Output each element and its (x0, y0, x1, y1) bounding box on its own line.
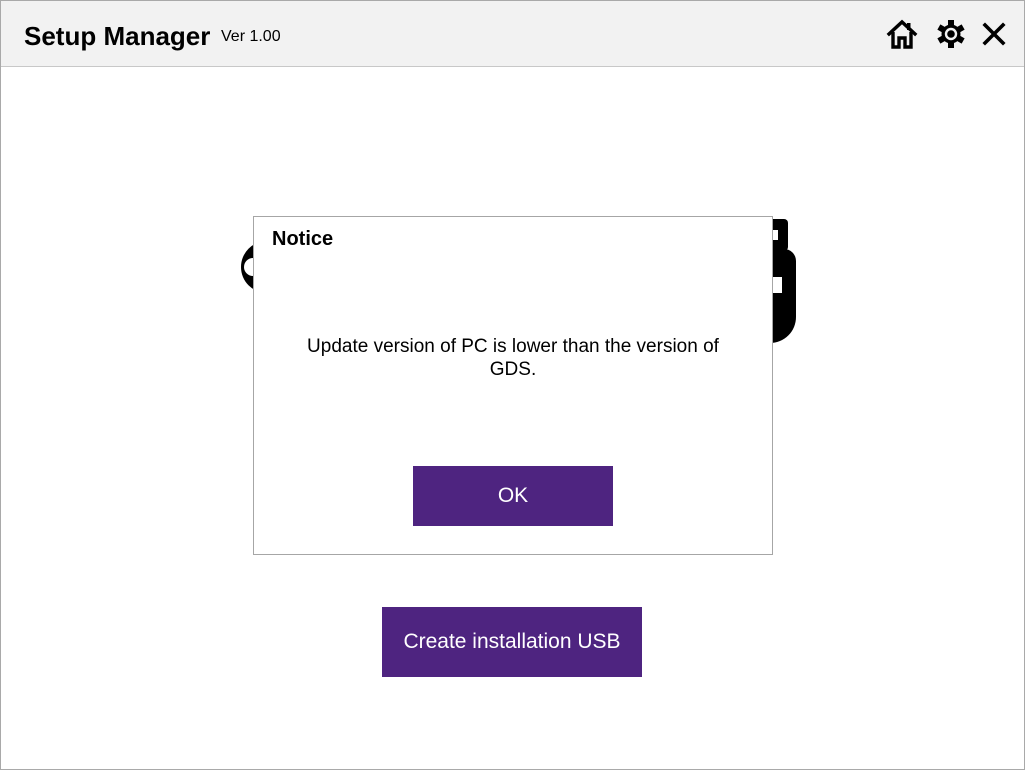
dialog-message: Update version of PC is lower than the v… (307, 336, 719, 380)
dialog-title: Notice (272, 228, 334, 250)
home-icon[interactable] (885, 17, 919, 51)
ok-button[interactable]: OK (413, 466, 613, 526)
app-title: Setup Manager (24, 21, 211, 51)
title-bar: Setup Manager Ver 1.00 (1, 1, 1024, 67)
create-installation-usb-button[interactable]: Create installation USB (382, 607, 642, 677)
gear-icon[interactable] (934, 17, 968, 51)
setup-manager-window: Setup Manager Ver 1.00 Create installati… (0, 0, 1025, 770)
close-icon[interactable] (977, 17, 1011, 51)
app-version: Ver 1.00 (221, 28, 281, 45)
notice-dialog: Notice Update version of PC is lower tha… (253, 216, 773, 555)
